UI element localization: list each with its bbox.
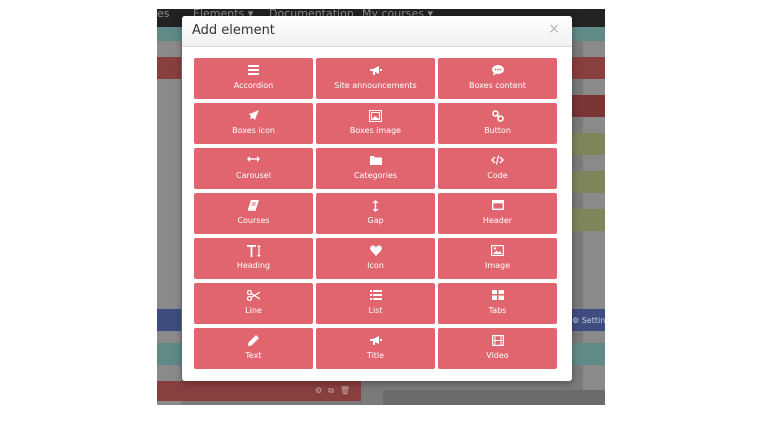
tile-label: Carousel (236, 171, 271, 180)
tile-carousel[interactable]: Carousel (194, 148, 313, 189)
tile-image[interactable]: Image (438, 238, 557, 279)
arrows-horizontal-icon (194, 155, 313, 167)
tile-heading[interactable]: Heading (194, 238, 313, 279)
background-panel (383, 390, 605, 405)
tile-boxes-image[interactable]: Boxes image (316, 103, 435, 144)
close-button[interactable]: × (548, 21, 560, 37)
megaphone-icon (316, 65, 435, 77)
tile-button[interactable]: Button (438, 103, 557, 144)
heart-icon (316, 245, 435, 257)
book-icon (194, 200, 313, 212)
tile-boxes-icon[interactable]: Boxes icon (194, 103, 313, 144)
arrows-vertical-icon (316, 200, 435, 212)
background-row (571, 95, 605, 117)
megaphone-icon (316, 335, 435, 347)
background-element-tools: ⚙⧉🗑 (315, 386, 357, 395)
tile-label: Gap (367, 216, 384, 225)
tile-icon[interactable]: Icon (316, 238, 435, 279)
picture-icon (438, 245, 557, 257)
tile-courses[interactable]: Courses (194, 193, 313, 234)
tile-header[interactable]: Header (438, 193, 557, 234)
tile-label: List (368, 306, 383, 315)
tile-label: Boxes content (469, 81, 526, 90)
add-element-modal: Add element × Accordion Site announcemen… (182, 16, 572, 381)
comment-icon (438, 65, 557, 77)
tile-code[interactable]: Code (438, 148, 557, 189)
modal-header: Add element × (182, 16, 572, 47)
link-icon (438, 110, 557, 122)
film-icon (438, 335, 557, 347)
background-row (571, 171, 605, 193)
list-bars-icon (194, 65, 313, 77)
background-row (571, 133, 605, 155)
tile-text[interactable]: Text (194, 328, 313, 369)
tile-label: Text (245, 351, 262, 360)
tile-video[interactable]: Video (438, 328, 557, 369)
rocket-icon (194, 110, 313, 122)
tile-gap[interactable]: Gap (316, 193, 435, 234)
tile-label: Heading (236, 261, 271, 270)
tile-categories[interactable]: Categories (316, 148, 435, 189)
tile-line[interactable]: Line (194, 283, 313, 324)
background-row (157, 57, 181, 79)
tile-label: Image (484, 261, 511, 270)
background-row (571, 209, 605, 231)
tile-label: Courses (237, 216, 270, 225)
tabs-grid-icon (438, 290, 557, 302)
tile-label: Icon (367, 261, 384, 270)
tile-label: Site announcements (334, 81, 417, 90)
tile-label: Code (487, 171, 508, 180)
tile-tabs[interactable]: Tabs (438, 283, 557, 324)
modal-title: Add element (192, 23, 275, 38)
tile-label: Title (366, 351, 385, 360)
tile-label: Boxes icon (232, 126, 275, 135)
background-row (571, 57, 605, 79)
folder-icon (316, 155, 435, 167)
code-icon (438, 155, 557, 167)
tile-label: Line (245, 306, 262, 315)
background-nav-item: es (157, 9, 170, 20)
tile-boxes-content[interactable]: Boxes content (438, 58, 557, 99)
pencil-icon (194, 335, 313, 347)
list-icon (316, 290, 435, 302)
tile-label: Accordion (233, 81, 274, 90)
image-frame-icon (316, 110, 435, 122)
text-height-icon (194, 245, 313, 257)
scissors-icon (194, 290, 313, 302)
tile-accordion[interactable]: Accordion (194, 58, 313, 99)
tile-label: Boxes image (349, 126, 402, 135)
tile-label: Button (484, 126, 511, 135)
window-icon (438, 200, 557, 212)
background-row (157, 309, 181, 331)
tile-label: Header (482, 216, 513, 225)
tile-label: Video (486, 351, 509, 360)
tile-site-announcements[interactable]: Site announcements (316, 58, 435, 99)
background-settings-link[interactable]: ⚙ Settings (572, 316, 605, 325)
tile-list[interactable]: List (316, 283, 435, 324)
tile-label: Tabs (488, 306, 507, 315)
tile-title[interactable]: Title (316, 328, 435, 369)
tile-label: Categories (353, 171, 398, 180)
